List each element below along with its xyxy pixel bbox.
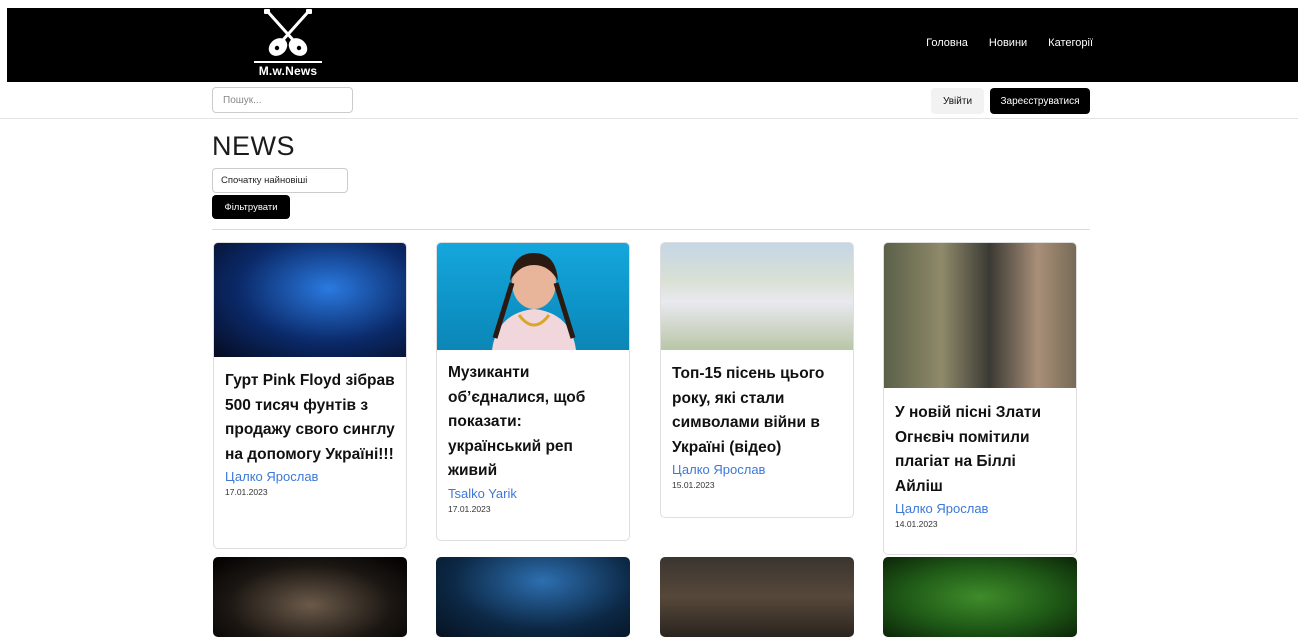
news-card-author[interactable]: Цалко Ярослав: [895, 501, 1065, 516]
main-nav: Головна Новини Категорії: [926, 37, 1093, 49]
news-card-image[interactable]: [214, 243, 406, 357]
filter-button[interactable]: Фільтрувати: [212, 195, 290, 219]
login-button[interactable]: Увійти: [931, 88, 984, 114]
register-button[interactable]: Зареєструватися: [990, 88, 1090, 114]
news-card[interactable]: У новій пісні Злати Огнєвіч помітили пла…: [883, 242, 1077, 555]
portrait-illustration: [492, 253, 576, 350]
news-card-image[interactable]: [884, 243, 1076, 388]
news-card-title[interactable]: Топ-15 пісень цього року, які стали симв…: [672, 362, 842, 460]
brand-name: M.w.News: [254, 61, 322, 78]
news-card-author[interactable]: Цалко Ярослав: [672, 462, 842, 477]
news-card-date: 17.01.2023: [448, 503, 491, 514]
news-card-title[interactable]: У новій пісні Злати Огнєвіч помітили пла…: [895, 401, 1065, 499]
site-logo[interactable]: M.w.News: [254, 9, 322, 78]
news-card[interactable]: [660, 557, 854, 637]
nav-item-news[interactable]: Новини: [989, 37, 1027, 49]
news-card-title[interactable]: Музиканти об’єдналися, щоб показати: укр…: [448, 361, 618, 484]
news-card-image[interactable]: [660, 557, 854, 637]
news-card-date: 15.01.2023: [672, 480, 715, 490]
news-card[interactable]: Музиканти об’єдналися, щоб показати: укр…: [436, 242, 630, 541]
crossed-guitars-icon: [264, 9, 312, 56]
news-card-image[interactable]: [661, 243, 853, 350]
nav-item-categories[interactable]: Категорії: [1048, 37, 1093, 49]
page-title: NEWS: [212, 131, 295, 161]
search-input[interactable]: [212, 87, 353, 113]
news-card[interactable]: Топ-15 пісень цього року, які стали симв…: [660, 242, 854, 518]
news-card-image[interactable]: [883, 557, 1077, 637]
news-card-title[interactable]: Гурт Pink Floyd зібрав 500 тисяч фунтів …: [225, 369, 395, 467]
news-card-author[interactable]: Цалко Ярослав: [225, 469, 395, 484]
news-card[interactable]: [883, 557, 1077, 637]
news-card-image[interactable]: [213, 557, 407, 637]
news-card-date: 17.01.2023: [225, 487, 268, 497]
divider: [0, 118, 1298, 119]
top-navbar: M.w.News Головна Новини Категорії: [7, 8, 1298, 82]
news-card[interactable]: [213, 557, 407, 637]
sort-select[interactable]: Спочатку найновіші: [212, 168, 348, 193]
nav-item-home[interactable]: Головна: [926, 37, 968, 49]
news-card[interactable]: Гурт Pink Floyd зібрав 500 тисяч фунтів …: [213, 242, 407, 549]
news-card-author[interactable]: Tsalko Yarik: [448, 486, 618, 501]
divider: [212, 229, 1090, 230]
sort-select-value: Спочатку найновіші: [221, 175, 308, 186]
news-card[interactable]: [436, 557, 630, 637]
news-card-date: 14.01.2023: [895, 519, 938, 529]
news-card-image[interactable]: [436, 557, 630, 637]
news-card-image[interactable]: [437, 243, 629, 350]
